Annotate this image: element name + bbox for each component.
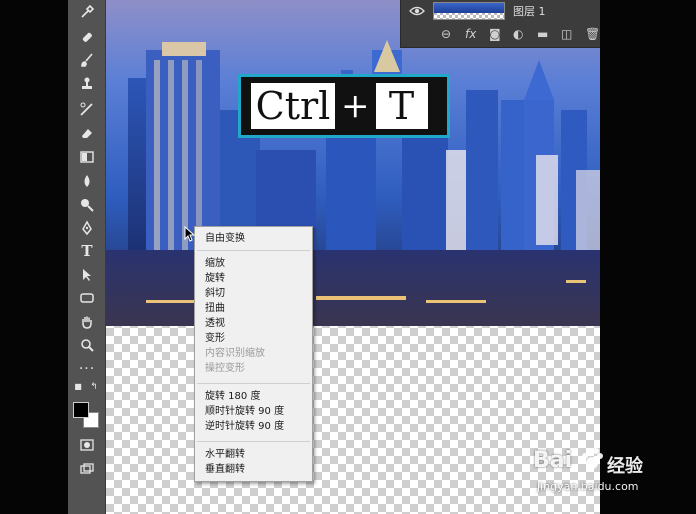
tools-panel: T ··· ■ ↰ [68,0,106,514]
paw-logo-icon [582,448,603,469]
pen-icon[interactable] [77,219,97,237]
brush-icon[interactable] [77,51,97,69]
history-brush-icon[interactable] [77,100,97,118]
screen-mode-icon[interactable] [77,460,97,478]
menu-separator [197,441,310,442]
menu-item-rotate[interactable]: 旋转 [205,272,225,286]
menu-item-puppet-warp: 操控变形 [205,363,245,374]
menu-item-content-aware-scale: 内容识别缩放 [205,348,265,359]
baidu-jingyan-watermark: Bai 经验 jingyan.baidu.com [533,440,673,500]
color-swatches[interactable] [73,402,101,428]
layers-panel: 图层 1 ⊖ fx ◙ ◐ ▬ ◫ 🗑 [400,0,600,48]
clone-stamp-icon[interactable] [77,75,97,93]
quick-mask-icon[interactable] [77,436,97,454]
plus-sign: + [341,86,370,126]
blur-icon[interactable] [77,172,97,190]
menu-item-flip-vertical[interactable]: 垂直翻转 [205,463,245,477]
layer-actions-bar: ⊖ fx ◙ ◐ ▬ ◫ 🗑 [401,24,601,46]
menu-item-skew[interactable]: 斜切 [205,287,225,301]
menu-item-rotate-180[interactable]: 旋转 180 度 [205,390,260,404]
dodge-icon[interactable] [77,196,97,214]
foreground-color-swatch[interactable] [73,402,89,418]
eyedropper-icon[interactable] [77,3,97,21]
zoom-icon[interactable] [77,336,97,354]
layer-thumbnail[interactable] [433,2,505,20]
watermark-jingyan: 经验 [607,456,643,477]
gradient-icon[interactable] [77,148,97,166]
menu-separator [197,250,310,251]
menu-separator [197,383,310,384]
trash-icon[interactable]: 🗑 [585,27,600,41]
left-black-margin [0,0,68,514]
menu-item-rotate-90-ccw[interactable]: 逆时针旋转 90 度 [205,420,284,434]
watermark-brand: Bai [533,448,573,473]
menu-item-warp[interactable]: 变形 [205,332,225,346]
new-layer-icon[interactable]: ◫ [561,27,572,41]
watermark-url: jingyan.baidu.com [537,480,639,493]
keyboard-shortcut-overlay: Ctrl + T [238,74,450,138]
document-canvas[interactable]: Ctrl + T 自由变换 缩放 旋转 斜切 扭曲 透视 变形 内容识别缩放 操… [106,0,600,514]
transform-context-menu: 自由变换 缩放 旋转 斜切 扭曲 透视 变形 内容识别缩放 操控变形 旋转 18… [194,226,313,482]
adjustment-icon[interactable]: ◐ [513,27,523,41]
swap-colors-icon[interactable]: ↰ [88,382,100,392]
type-icon[interactable]: T [77,242,97,260]
ctrl-key-label: Ctrl [251,83,335,129]
menu-item-rotate-90-cw[interactable]: 顺时针旋转 90 度 [205,405,284,419]
path-select-icon[interactable] [77,266,97,284]
menu-item-distort[interactable]: 扭曲 [205,302,225,316]
default-colors-icon[interactable]: ■ [72,382,84,392]
t-key-label: T [375,83,428,129]
menu-item-scale[interactable]: 缩放 [205,257,225,271]
link-icon[interactable]: ⊖ [441,27,451,41]
city-skyline-image [106,0,600,326]
eraser-icon[interactable] [77,124,97,142]
menu-item-free-transform[interactable]: 自由变换 [205,232,245,246]
layer-row[interactable]: 图层 1 [401,0,601,22]
hand-icon[interactable] [77,313,97,331]
eye-icon[interactable] [409,4,425,18]
more-icon[interactable]: ··· [77,360,97,378]
mask-icon[interactable]: ◙ [489,27,501,41]
folder-icon[interactable]: ▬ [537,27,548,41]
healing-brush-icon[interactable] [77,28,97,46]
mouse-cursor-icon [184,226,196,242]
shape-icon[interactable] [77,289,97,307]
layer-name[interactable]: 图层 1 [513,3,546,19]
right-black-margin-top [600,0,696,50]
fx-icon[interactable]: fx [465,27,476,41]
menu-item-perspective[interactable]: 透视 [205,317,225,331]
menu-item-flip-horizontal[interactable]: 水平翻转 [205,448,245,462]
